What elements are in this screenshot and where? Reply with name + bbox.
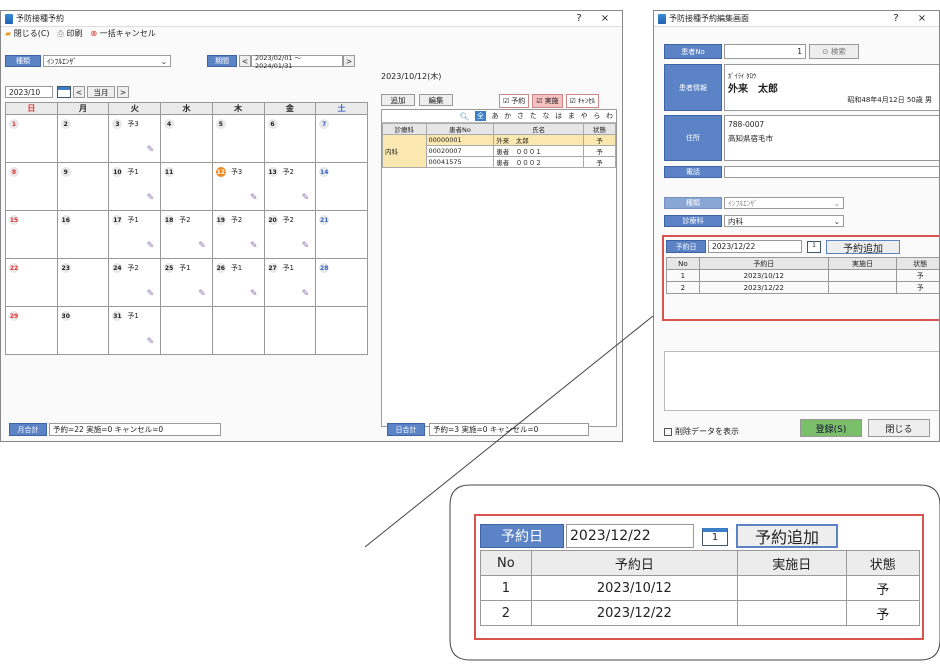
zoomed-reservation-frame: 予約日 2023/12/22 1 予約追加 No 予約日 実施日 状態 1 2023/10… (474, 514, 924, 640)
table-cell (736, 575, 847, 601)
table-row[interactable]: 1 2023/10/12 予 (480, 575, 921, 601)
table-cell: 2023/12/22 (530, 600, 738, 626)
column-header: 実施日 (736, 550, 847, 576)
column-header: No (480, 550, 532, 576)
column-header: 状態 (845, 550, 921, 576)
table-cell: 予 (845, 575, 921, 601)
table-cell: 2023/10/12 (530, 575, 738, 601)
zoom-res-date-input[interactable]: 2023/12/22 (566, 524, 694, 548)
zoom-reservation-table: No 予約日 実施日 状態 1 2023/10/12 予 2 2023/12/22 予 (480, 550, 921, 626)
table-cell (736, 600, 847, 626)
column-header: 予約日 (530, 550, 738, 576)
table-cell: 予 (845, 600, 921, 626)
zoom-calendar-icon[interactable]: 1 (702, 528, 728, 546)
table-cell: 2 (480, 600, 532, 626)
table-row[interactable]: 2 2023/12/22 予 (480, 600, 921, 626)
zoom-res-date-label: 予約日 (480, 524, 564, 548)
zoom-add-reservation-button[interactable]: 予約追加 (736, 524, 838, 548)
table-cell: 1 (480, 575, 532, 601)
